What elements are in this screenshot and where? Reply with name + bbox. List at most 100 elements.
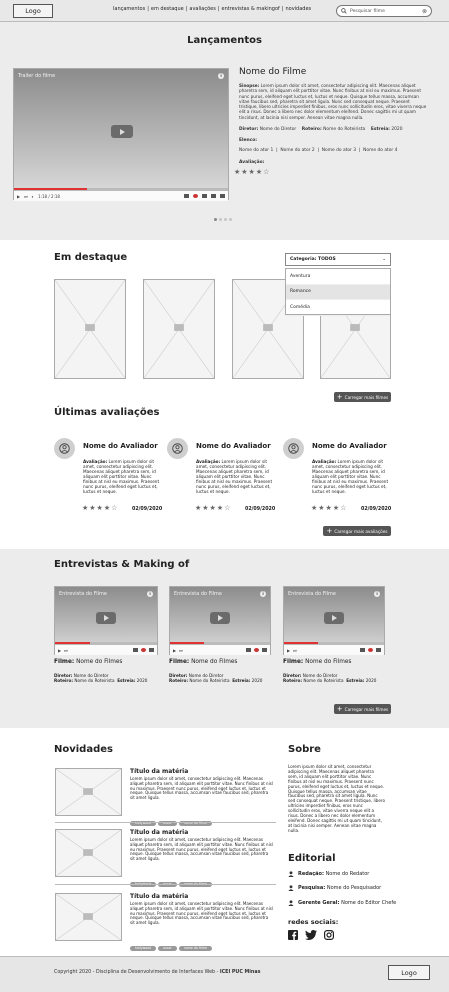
release-year: 2020 bbox=[251, 678, 263, 683]
clear-icon[interactable]: ⊗ bbox=[422, 8, 427, 15]
settings-icon[interactable] bbox=[368, 648, 373, 652]
video-controls: ▶ ⏭ bbox=[55, 644, 157, 655]
info-icon[interactable]: i bbox=[218, 73, 224, 79]
facebook-icon[interactable] bbox=[288, 930, 298, 940]
subtitles-icon[interactable] bbox=[246, 648, 251, 652]
copyright-text: Copyright 2020 - Disciplina de Desenvolv… bbox=[54, 970, 219, 975]
play-button[interactable] bbox=[210, 612, 230, 624]
search-input[interactable]: Pesquisar filme ⊗ bbox=[336, 5, 432, 17]
review-text: Avaliação: Lorem ipsum dolor sit amet, c… bbox=[196, 459, 274, 494]
play-icon[interactable]: ▶ bbox=[58, 648, 61, 653]
news-tags: hollywoodoscarnome do filme bbox=[130, 809, 214, 828]
tag[interactable]: oscar bbox=[158, 946, 177, 951]
reviewer-name: Nome do Avaliador bbox=[83, 442, 158, 450]
video-controls: ▶ ⏭ 🔈︎ 1:18 / 2:18 bbox=[14, 190, 228, 201]
search-icon bbox=[341, 8, 347, 14]
category-option[interactable]: Romance bbox=[286, 284, 390, 301]
info-icon[interactable]: i bbox=[147, 591, 153, 597]
settings-icon[interactable] bbox=[254, 648, 259, 652]
category-options: Aventura Romance Comédia bbox=[285, 268, 391, 316]
miniplayer-icon[interactable] bbox=[202, 194, 207, 198]
theater-icon[interactable] bbox=[211, 194, 216, 198]
fullscreen-icon[interactable] bbox=[376, 648, 381, 652]
time-display: 1:18 / 2:18 bbox=[38, 193, 60, 199]
load-more-reviews-button[interactable]: + Carregar mais avaliações bbox=[323, 526, 391, 536]
cast-label: Elenco: bbox=[239, 138, 257, 144]
institution-name: ICEI PUC Minas bbox=[219, 970, 261, 975]
synopsis-label: Sinopse: bbox=[239, 83, 260, 88]
trailer-video-player[interactable]: Trailer do filme i ▶ ⏭ 🔈︎ 1:18 / 2:18 bbox=[13, 68, 229, 201]
review-date: 02/09/2020 bbox=[361, 507, 392, 512]
load-more-movies-button[interactable]: + Carregar mais filmes bbox=[334, 392, 391, 402]
news-title: Novidades bbox=[54, 744, 113, 755]
next-icon[interactable]: ⏭ bbox=[179, 648, 183, 653]
nav-item-em-destaque[interactable]: em destaque bbox=[151, 6, 184, 12]
settings-icon[interactable] bbox=[141, 648, 146, 652]
info-icon[interactable]: i bbox=[374, 591, 380, 597]
fullscreen-icon[interactable] bbox=[220, 194, 225, 198]
next-icon[interactable]: ⏭ bbox=[64, 648, 68, 653]
nav-item-lancamentos[interactable]: lançamentos bbox=[113, 6, 145, 12]
next-icon[interactable]: ⏭ bbox=[24, 194, 28, 199]
news-tags: hollywoodoscarnome do filme bbox=[130, 934, 214, 953]
divider bbox=[55, 822, 276, 823]
news-headline[interactable]: Título da matéria bbox=[130, 829, 188, 836]
avatar bbox=[283, 438, 304, 459]
plus-icon: + bbox=[336, 393, 343, 401]
next-icon[interactable]: ⏭ bbox=[293, 648, 297, 653]
user-icon bbox=[288, 900, 294, 906]
video-title: Trailer do filme bbox=[18, 73, 56, 79]
about-title: Sobre bbox=[288, 744, 321, 755]
play-icon[interactable]: ▶ bbox=[17, 194, 20, 199]
news-image[interactable] bbox=[55, 829, 122, 877]
review-date: 02/09/2020 bbox=[245, 507, 276, 512]
movie-poster[interactable] bbox=[54, 279, 126, 379]
play-icon[interactable]: ▶ bbox=[287, 648, 290, 653]
review-text: Avaliação: Lorem ipsum dolor sit amet, c… bbox=[312, 459, 390, 494]
play-button[interactable] bbox=[111, 125, 133, 138]
tag[interactable]: hollywood bbox=[130, 946, 157, 951]
release-year: 2020 bbox=[391, 127, 403, 132]
subtitles-icon[interactable] bbox=[184, 194, 189, 198]
avatar bbox=[54, 438, 75, 459]
user-icon bbox=[288, 871, 294, 877]
carousel-dots[interactable] bbox=[214, 218, 232, 221]
instagram-icon[interactable] bbox=[324, 930, 334, 940]
subtitles-icon[interactable] bbox=[133, 648, 138, 652]
news-headline[interactable]: Título da matéria bbox=[130, 893, 188, 900]
movie-poster[interactable] bbox=[143, 279, 215, 379]
fullscreen-icon[interactable] bbox=[262, 648, 267, 652]
subtitles-icon[interactable] bbox=[360, 648, 365, 652]
interview-film: Filme: Nome do Filmes bbox=[169, 659, 237, 665]
info-icon[interactable]: i bbox=[260, 591, 266, 597]
writer-name: Nome do Roteirista bbox=[323, 127, 366, 132]
load-more-interviews-button[interactable]: + Carregar mais filmes bbox=[334, 704, 391, 714]
interview-video-player[interactable]: Entrevista do Filme i ▶ ⏭ bbox=[169, 586, 271, 655]
logo[interactable]: Logo bbox=[13, 4, 53, 18]
news-image[interactable] bbox=[55, 768, 122, 816]
category-option[interactable]: Comédia bbox=[286, 300, 390, 316]
tag[interactable]: nome do filme bbox=[178, 946, 212, 951]
category-select[interactable]: Categoria: TODOS ⌄ bbox=[285, 253, 391, 266]
user-icon bbox=[172, 443, 183, 454]
fullscreen-icon[interactable] bbox=[149, 648, 154, 652]
interview-video-player[interactable]: Entrevista do Filme i ▶ ⏭ bbox=[283, 586, 385, 655]
category-option[interactable]: Aventura bbox=[286, 269, 390, 285]
nav-item-novidades[interactable]: novidades bbox=[285, 6, 311, 12]
editorial-label: Redação: bbox=[298, 871, 324, 877]
settings-icon[interactable] bbox=[193, 194, 198, 198]
release-year: 2020 bbox=[136, 678, 148, 683]
footer-logo[interactable]: Logo bbox=[388, 965, 430, 980]
twitter-icon[interactable] bbox=[305, 930, 317, 940]
play-button[interactable] bbox=[96, 612, 116, 624]
nav-item-entrevistas[interactable]: entrevistas & makingof bbox=[222, 6, 280, 12]
reviewer-name: Nome do Avaliador bbox=[196, 442, 271, 450]
play-button[interactable] bbox=[324, 612, 344, 624]
news-image[interactable] bbox=[55, 893, 122, 941]
nav-item-avaliacoes[interactable]: avaliações bbox=[189, 6, 215, 12]
interview-video-player[interactable]: Entrevista do Filme i ▶ ⏭ bbox=[54, 586, 158, 655]
play-icon[interactable]: ▶ bbox=[173, 648, 176, 653]
news-headline[interactable]: Título da matéria bbox=[130, 768, 188, 775]
editorial-row: Pesquisa: Nome do Pesquisador bbox=[288, 885, 381, 891]
volume-icon[interactable]: 🔈︎ bbox=[32, 194, 34, 199]
